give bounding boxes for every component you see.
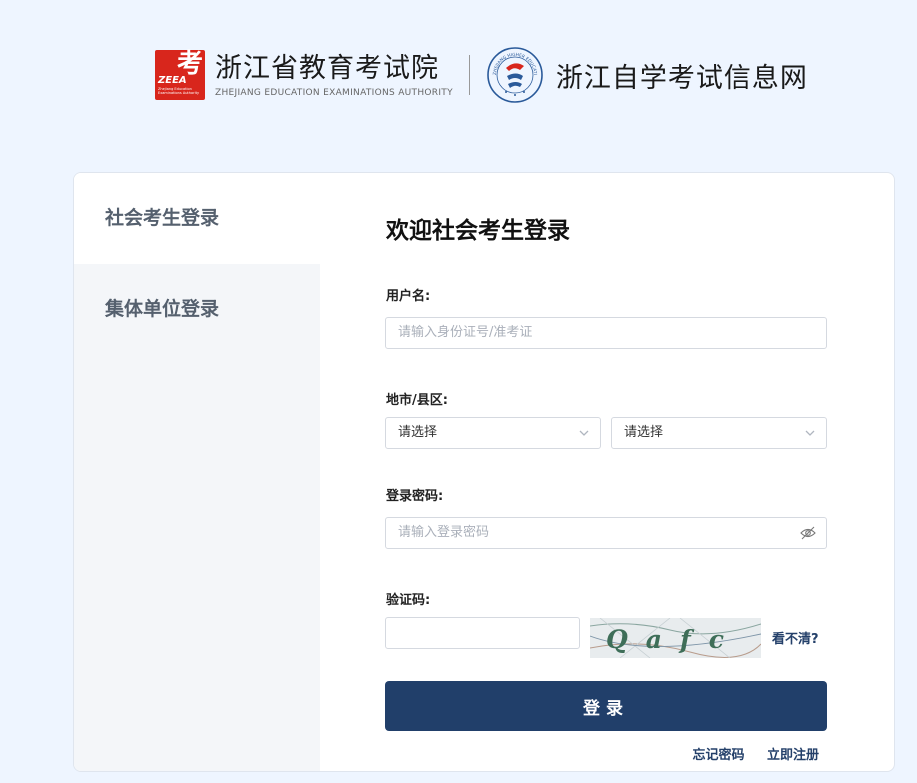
login-button[interactable]: 登录 (385, 681, 827, 731)
county-select-value: 请选择 (624, 425, 664, 440)
chevron-down-icon (805, 430, 815, 436)
login-type-sidebar: 社会考生登录 集体单位登录 (74, 173, 320, 771)
forgot-password-link[interactable]: 忘记密码 (692, 748, 744, 763)
logo-abbr: ZEEA (158, 75, 187, 86)
username-placeholder: 请输入身份证号/准考证 (398, 325, 533, 340)
city-select-value: 请选择 (398, 425, 438, 440)
password-placeholder: 请输入登录密码 (398, 525, 490, 540)
captcha-text: Qafc (606, 625, 742, 654)
form-title: 欢迎社会考生登录 (386, 218, 570, 244)
captcha-refresh-link[interactable]: 看不清? (772, 628, 819, 647)
org-name-cn: 浙江省教育考试院 (215, 52, 439, 84)
login-card: 社会考生登录 集体单位登录 欢迎社会考生登录 用户名: 请输入身份证号/准考证 … (73, 172, 895, 772)
region-label: 地市/县区: (386, 393, 448, 408)
chevron-down-icon (579, 430, 589, 436)
org-name-en: ZHEJIANG EDUCATION EXAMINATIONS AUTHORIT… (215, 87, 453, 98)
logo-char: 考 (176, 49, 203, 79)
zeea-logo[interactable]: 考 ZEEA Zhejiang Education Examinations A… (155, 50, 205, 100)
site-header: 考 ZEEA Zhejiang Education Examinations A… (155, 40, 808, 110)
footer-links: 忘记密码 立即注册 (674, 744, 819, 763)
captcha-label: 验证码: (386, 593, 431, 608)
tab-individual-login[interactable]: 社会考生登录 (74, 173, 320, 264)
captcha-image[interactable]: Qafc (590, 618, 761, 658)
emblem-text: ZHEJIANG HIGHER EDUCATION EXAMINATIONS (486, 46, 538, 75)
eye-hidden-icon[interactable] (800, 526, 816, 540)
site-title: 浙江自学考试信息网 (555, 62, 808, 94)
username-label: 用户名: (386, 289, 431, 304)
logo-small-text: Zhejiang Education Examinations Authorit… (158, 87, 200, 95)
site-emblem-icon: ZHEJIANG HIGHER EDUCATION EXAMINATIONS (486, 46, 543, 103)
captcha-input[interactable] (385, 617, 580, 649)
header-divider (468, 55, 470, 95)
svg-text:ZHEJIANG HIGHER EDUCATION EXAM: ZHEJIANG HIGHER EDUCATION EXAMINATIONS (486, 46, 538, 75)
org-name: 浙江省教育考试院 ZHEJIANG EDUCATION EXAMINATIONS… (215, 53, 453, 98)
tab-group-login[interactable]: 集体单位登录 (74, 264, 320, 354)
county-select[interactable]: 请选择 (611, 417, 827, 449)
username-input[interactable]: 请输入身份证号/准考证 (385, 317, 827, 349)
password-label: 登录密码: (386, 489, 444, 504)
city-select[interactable]: 请选择 (385, 417, 601, 449)
register-link[interactable]: 立即注册 (767, 748, 819, 763)
password-input[interactable]: 请输入登录密码 (385, 517, 827, 549)
